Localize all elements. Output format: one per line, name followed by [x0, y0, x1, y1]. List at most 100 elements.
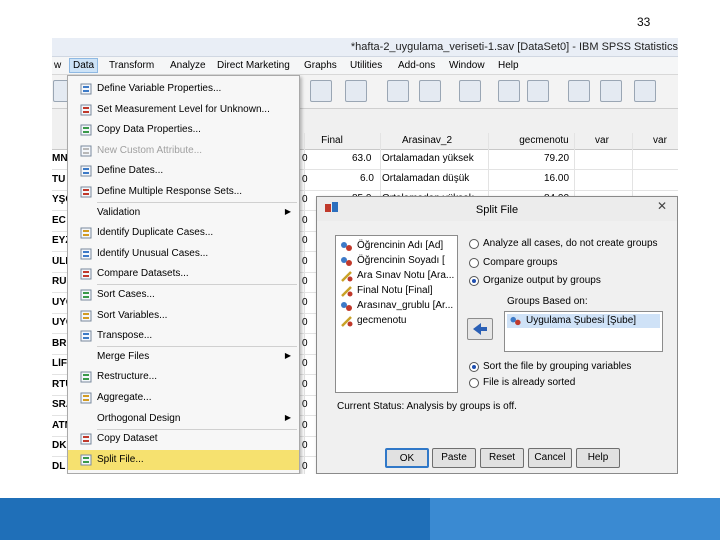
move-variable-button[interactable] [467, 318, 493, 340]
menu-window[interactable]: Window [449, 60, 485, 71]
data-menu-item-set-measurement-level-for-unknown[interactable]: Set Measurement Level for Unknown... [68, 100, 299, 120]
data-menu-item-define-dates[interactable]: Define Dates... [68, 161, 299, 181]
row-name[interactable]: UYG [52, 297, 68, 308]
close-icon[interactable]: ✕ [651, 199, 673, 215]
cell-value[interactable]: 0 [302, 358, 308, 369]
row-name[interactable]: RÜ [52, 276, 68, 287]
row-name[interactable]: ÜLE [52, 256, 68, 267]
paste-button[interactable]: Paste [432, 448, 476, 468]
menu-data[interactable]: Data [69, 58, 99, 73]
data-menu-item-sort-variables[interactable]: Sort Variables... [68, 306, 299, 326]
radio-button[interactable] [469, 257, 479, 268]
variables-icon[interactable] [310, 80, 332, 102]
menu-view[interactable]: w [54, 60, 61, 71]
cell-value[interactable]: 0 [302, 297, 308, 308]
reset-button[interactable]: Reset [480, 448, 524, 468]
data-menu-item-define-multiple-response-sets[interactable]: Define Multiple Response Sets... [68, 182, 299, 202]
menu-direct-marketing[interactable]: Direct Marketing [217, 60, 290, 71]
data-menu-item-copy-dataset[interactable]: Copy Dataset [68, 429, 299, 449]
variable-list[interactable]: Öğrencinin Adı [Ad] Öğrencinin Soyadı [Ar… [335, 235, 458, 393]
cell-value[interactable]: 0 [302, 276, 308, 287]
cell-value[interactable]: 0 [302, 215, 308, 226]
row-name[interactable]: MN [52, 153, 68, 164]
column-header-final[interactable]: Final [302, 135, 362, 146]
menu-add-ons[interactable]: Add-ons [398, 60, 435, 71]
data-menu-item-aggregate[interactable]: Aggregate... [68, 388, 299, 408]
data-menu-item-compare-datasets[interactable]: Compare Datasets... [68, 264, 299, 284]
cell-value[interactable]: 0 [302, 379, 308, 390]
show-all-variables-icon[interactable] [634, 80, 656, 102]
cell-value[interactable]: 0 [302, 461, 308, 472]
data-menu-item-identify-duplicate-cases[interactable]: Identify Duplicate Cases... [68, 223, 299, 243]
column-header-arasinav-2[interactable]: Arasinav_2 [382, 135, 472, 146]
cell-gecmenotu[interactable]: 79.20 [544, 153, 569, 164]
column-header-var-2[interactable]: var [640, 135, 678, 146]
cell-value[interactable]: 0 [302, 174, 308, 185]
find-icon[interactable] [345, 80, 367, 102]
data-menu-item-split-file[interactable]: Split File... [68, 449, 299, 470]
row-name[interactable]: LİF [52, 358, 68, 369]
row-name[interactable]: EC [52, 215, 68, 226]
row-name[interactable]: UYC [52, 317, 68, 328]
insert-cases-icon[interactable] [387, 80, 409, 102]
cancel-button[interactable]: Cancel [528, 448, 572, 468]
cell-value[interactable]: 0 [302, 338, 308, 349]
cell-value[interactable]: 0 [302, 399, 308, 410]
data-menu-item-transpose[interactable]: Transpose... [68, 326, 299, 346]
row-name[interactable]: ATM [52, 420, 68, 431]
help-button[interactable]: Help [576, 448, 620, 468]
groups-based-on-list[interactable]: Uygulama Şubesi [Şube] [504, 311, 663, 352]
cell-final[interactable]: 6.0 [360, 173, 374, 184]
row-name[interactable]: DL [52, 461, 68, 472]
row-name[interactable]: YŞC [52, 194, 68, 205]
data-menu-item-validation[interactable]: Validation ▶ [68, 203, 299, 223]
data-menu-item-define-variable-properties[interactable]: Define Variable Properties... [68, 79, 299, 99]
data-menu-item-sort-cases[interactable]: Sort Cases... [68, 285, 299, 305]
menu-analyze[interactable]: Analyze [170, 60, 206, 71]
radio-button[interactable] [469, 378, 479, 388]
menu-graphs[interactable]: Graphs [304, 60, 337, 71]
cell-arasinav[interactable]: Ortalamadan yüksek [382, 153, 474, 164]
row-name[interactable]: BRU [52, 338, 68, 349]
cell-value[interactable]: 0 [302, 194, 308, 205]
value-labels-icon[interactable] [568, 80, 590, 102]
menu-utilities[interactable]: Utilities [350, 60, 382, 71]
data-menu-item-label: Split File... [97, 453, 144, 465]
cell-arasinav[interactable]: Ortalamadan düşük [382, 173, 469, 184]
ok-button[interactable]: OK [385, 448, 429, 468]
measurement-icon [80, 104, 92, 116]
column-header-var-1[interactable]: var [582, 135, 622, 146]
cell-value[interactable]: 0 [302, 153, 308, 164]
row-name[interactable]: RTU [52, 379, 68, 390]
data-menu-item-identify-unusual-cases[interactable]: Identify Unusual Cases... [68, 244, 299, 264]
data-menu-item-copy-data-properties[interactable]: Copy Data Properties... [68, 120, 299, 140]
radio-button[interactable] [469, 239, 479, 249]
row-name[interactable]: TU [52, 174, 68, 185]
data-menu-item-orthogonal-design[interactable]: Orthogonal Design ▶ [68, 409, 299, 429]
data-menu-item-merge-files[interactable]: Merge Files ▶ [68, 347, 299, 367]
row-name[interactable]: SRA [52, 399, 68, 410]
cell-value[interactable]: 0 [302, 440, 308, 451]
sort-variables-icon [80, 310, 92, 322]
radio-button[interactable] [469, 276, 479, 286]
data-menu-item-label: Define Variable Properties... [97, 83, 222, 94]
cell-value[interactable]: 0 [302, 317, 308, 328]
split-file-tool-icon[interactable] [459, 80, 481, 102]
cell-gecmenotu[interactable]: 16.00 [544, 173, 569, 184]
select-cases-icon[interactable] [527, 80, 549, 102]
cell-value[interactable]: 0 [302, 420, 308, 431]
chart-builder-icon[interactable] [419, 80, 441, 102]
use-sets-icon[interactable] [600, 80, 622, 102]
column-header-gecmenotu[interactable]: gecmenotu [504, 135, 584, 146]
weight-cases-icon[interactable] [498, 80, 520, 102]
row-name[interactable]: EYZ [52, 235, 68, 246]
radio-button[interactable] [469, 362, 479, 372]
cell-value[interactable]: 0 [302, 235, 308, 246]
cell-value[interactable]: 0 [302, 256, 308, 267]
grouping-variable-item[interactable]: Uygulama Şubesi [Şube] [507, 314, 660, 328]
menu-transform[interactable]: Transform [109, 60, 154, 71]
menu-help[interactable]: Help [498, 60, 519, 71]
data-menu-item-restructure[interactable]: Restructure... [68, 367, 299, 387]
cell-final[interactable]: 63.0 [352, 153, 371, 164]
row-name[interactable]: DKE [52, 440, 68, 451]
